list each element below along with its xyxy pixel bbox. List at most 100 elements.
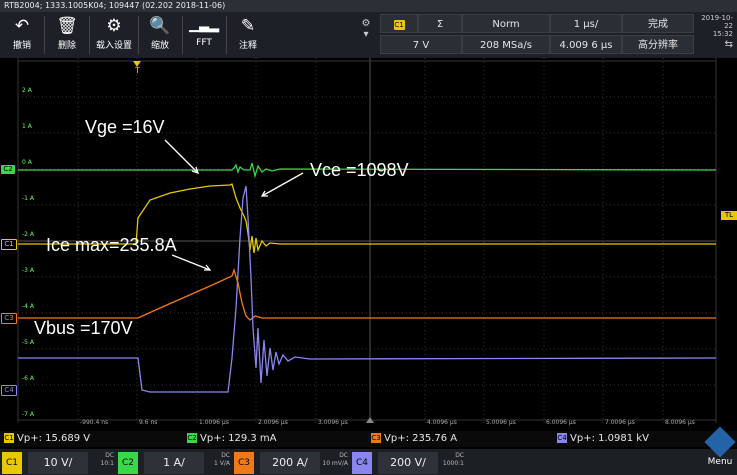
c1-level-tag[interactable]: C1 [1, 239, 17, 250]
time-text: 15:32 [712, 30, 733, 38]
x-label: 1.0096 µs [199, 419, 229, 426]
menu-button[interactable]: Menu [704, 426, 736, 473]
channel-bar: C1 10 V/ DC 10:1 C2 1 A/ DC 1 V/A C3 200 A… [0, 449, 737, 475]
c3-scale: 200 A/ [260, 452, 320, 474]
x-label: 6.0096 µs [546, 419, 576, 426]
ice-annotation: Ice max=235.8A [46, 235, 177, 255]
c1-measurement[interactable]: C1 Vp+: 15.689 V [4, 431, 90, 447]
y-label: -4 A [22, 303, 34, 310]
trigger-panel: C1 Ʃ Norm 1 µs/ 完成 7 V 208 MSa/s 4.009 6… [376, 14, 694, 56]
c4-measurement[interactable]: C4 Vp+: 1.0981 kV [557, 431, 649, 447]
annotate-button[interactable]: ✎ 注释 [228, 14, 268, 56]
trigger-slope[interactable]: Ʃ [418, 14, 462, 33]
vbus-annotation: Vbus =170V [34, 318, 133, 338]
c2-scale: 1 A/ [144, 452, 204, 474]
acq-mode-label: 高分辨率 [638, 40, 678, 51]
fft-label: FFT [196, 38, 212, 48]
c4-measurement-value: Vp+: 1.0981 kV [570, 433, 649, 444]
load-settings-label: 载入设置 [95, 41, 132, 51]
zoom-label: 缩放 [150, 41, 169, 51]
undo-label: 撤销 [12, 41, 31, 51]
sample-rate[interactable]: 208 MSa/s [462, 35, 550, 54]
c4-coupling: DC 1000:1 [443, 452, 464, 468]
trigger-channel-badge: C1 [393, 20, 405, 30]
c1-coupling-text: DC [105, 452, 114, 459]
title-bar: RTB2004; 1333.1005K04; 109447 (02.202 20… [0, 0, 737, 12]
y-label: 2 A [22, 87, 32, 94]
c3-measurement-value: Vp+: 235.76 A [384, 433, 458, 444]
x-label: 9.6 ns [139, 419, 158, 426]
toolbar-divider [89, 16, 90, 54]
c1-badge: C1 [4, 433, 14, 443]
c2-measurement-value: Vp+: 129.3 mA [200, 433, 277, 444]
c2-level-tag[interactable]: C2 [1, 165, 15, 174]
gear-icon[interactable]: ⚙ ▾ [360, 18, 372, 52]
delete-button[interactable]: 🗑 删除 [47, 14, 87, 56]
trigger-level-tag[interactable]: TL [721, 211, 737, 220]
c3-probe-text: 10 mV/A [322, 460, 348, 467]
y-label: 1 A [22, 123, 32, 130]
channel-c3[interactable]: C3 200 A/ DC 10 mV/A [234, 452, 348, 474]
zoom-icon: 🔍 [149, 16, 171, 36]
usb-icon: ⇆ [724, 39, 733, 50]
c4-level-tag[interactable]: C4 [1, 385, 17, 396]
c3-level-tag[interactable]: C3 [1, 313, 17, 324]
timebase[interactable]: 1 µs/ [550, 14, 622, 33]
c4-tag: C4 [352, 452, 372, 474]
undo-icon: ↶ [14, 16, 30, 36]
c3-coupling-text: DC [339, 452, 348, 459]
y-label: -6 A [22, 375, 34, 382]
waveform-display[interactable]: Vge =16V Vce =1098V Ice max=235.8A Vbus … [0, 58, 737, 423]
acq-mode[interactable]: 高分辨率 [622, 35, 694, 54]
x-label: 7.0096 µs [605, 419, 635, 426]
annotate-label: 注释 [238, 41, 257, 51]
position-label: 4.009 6 µs [559, 40, 613, 51]
trigger-mode-label: Norm [492, 19, 520, 30]
c2-probe-text: 1 V/A [214, 460, 230, 467]
x-label: -990.4 ns [80, 419, 109, 426]
toolbar-divider [44, 16, 45, 54]
c1-measurement-value: Vp+: 15.689 V [17, 433, 91, 444]
load-settings-button[interactable]: ⚙ 载入设置 [92, 14, 136, 56]
vce-annotation: Vce =1098V [310, 160, 409, 180]
trigger-mode[interactable]: Norm [462, 14, 550, 33]
y-label: -2 A [22, 231, 34, 238]
sample-rate-label: 208 MSa/s [480, 40, 532, 51]
horizontal-position[interactable]: 4.009 6 µs [550, 35, 622, 54]
c2-coupling: DC 1 V/A [214, 452, 230, 468]
datetime: 2019-10-22 15:32 ⇆ [697, 14, 733, 50]
x-label: 3.0096 µs [318, 419, 348, 426]
zoom-button[interactable]: 🔍 缩放 [140, 14, 180, 56]
fft-button[interactable]: ▁▃▂ FFT [184, 14, 224, 56]
toolbar-divider [138, 16, 139, 54]
channel-c4[interactable]: C4 200 V/ DC 1000:1 [352, 452, 464, 474]
c4-coupling-text: DC [455, 452, 464, 459]
c4-scale: 200 V/ [378, 452, 438, 474]
c2-tag: C2 [118, 452, 138, 474]
title-text: RTB2004; 1333.1005K04; 109447 (02.202 20… [4, 1, 226, 10]
acq-status[interactable]: 完成 [622, 14, 694, 33]
channel-c1[interactable]: C1 10 V/ DC 10:1 [2, 452, 114, 474]
c4-probe-text: 1000:1 [442, 460, 464, 467]
c2-measurement[interactable]: C2 Vp+: 129.3 mA [187, 431, 277, 447]
c1-scale: 10 V/ [28, 452, 88, 474]
fft-icon: ▁▃▂ [189, 18, 219, 33]
toolbar-divider [226, 16, 227, 54]
c3-coupling: DC 10 mV/A [322, 452, 348, 468]
pen-icon: ✎ [240, 16, 256, 36]
trigger-source[interactable]: C1 [380, 14, 418, 33]
undo-button[interactable]: ↶ 撤销 [2, 14, 42, 56]
trigger-slope-label: Ʃ [436, 19, 444, 30]
c1-tag: C1 [2, 452, 22, 474]
trigger-level[interactable]: 7 V [380, 35, 462, 54]
vge-annotation: Vge =16V [85, 117, 165, 137]
y-label: -1 A [22, 195, 34, 202]
x-label: 8.0096 µs [665, 419, 695, 426]
trash-icon: 🗑 [56, 16, 78, 36]
channel-c2[interactable]: C2 1 A/ DC 1 V/A [118, 452, 230, 474]
toolbar-divider [182, 16, 183, 54]
c2-coupling-text: DC [221, 452, 230, 459]
c3-measurement[interactable]: C3 Vp+: 235.76 A [371, 431, 457, 447]
x-label: 4.0096 µs [427, 419, 457, 426]
menu-icon [704, 426, 736, 458]
